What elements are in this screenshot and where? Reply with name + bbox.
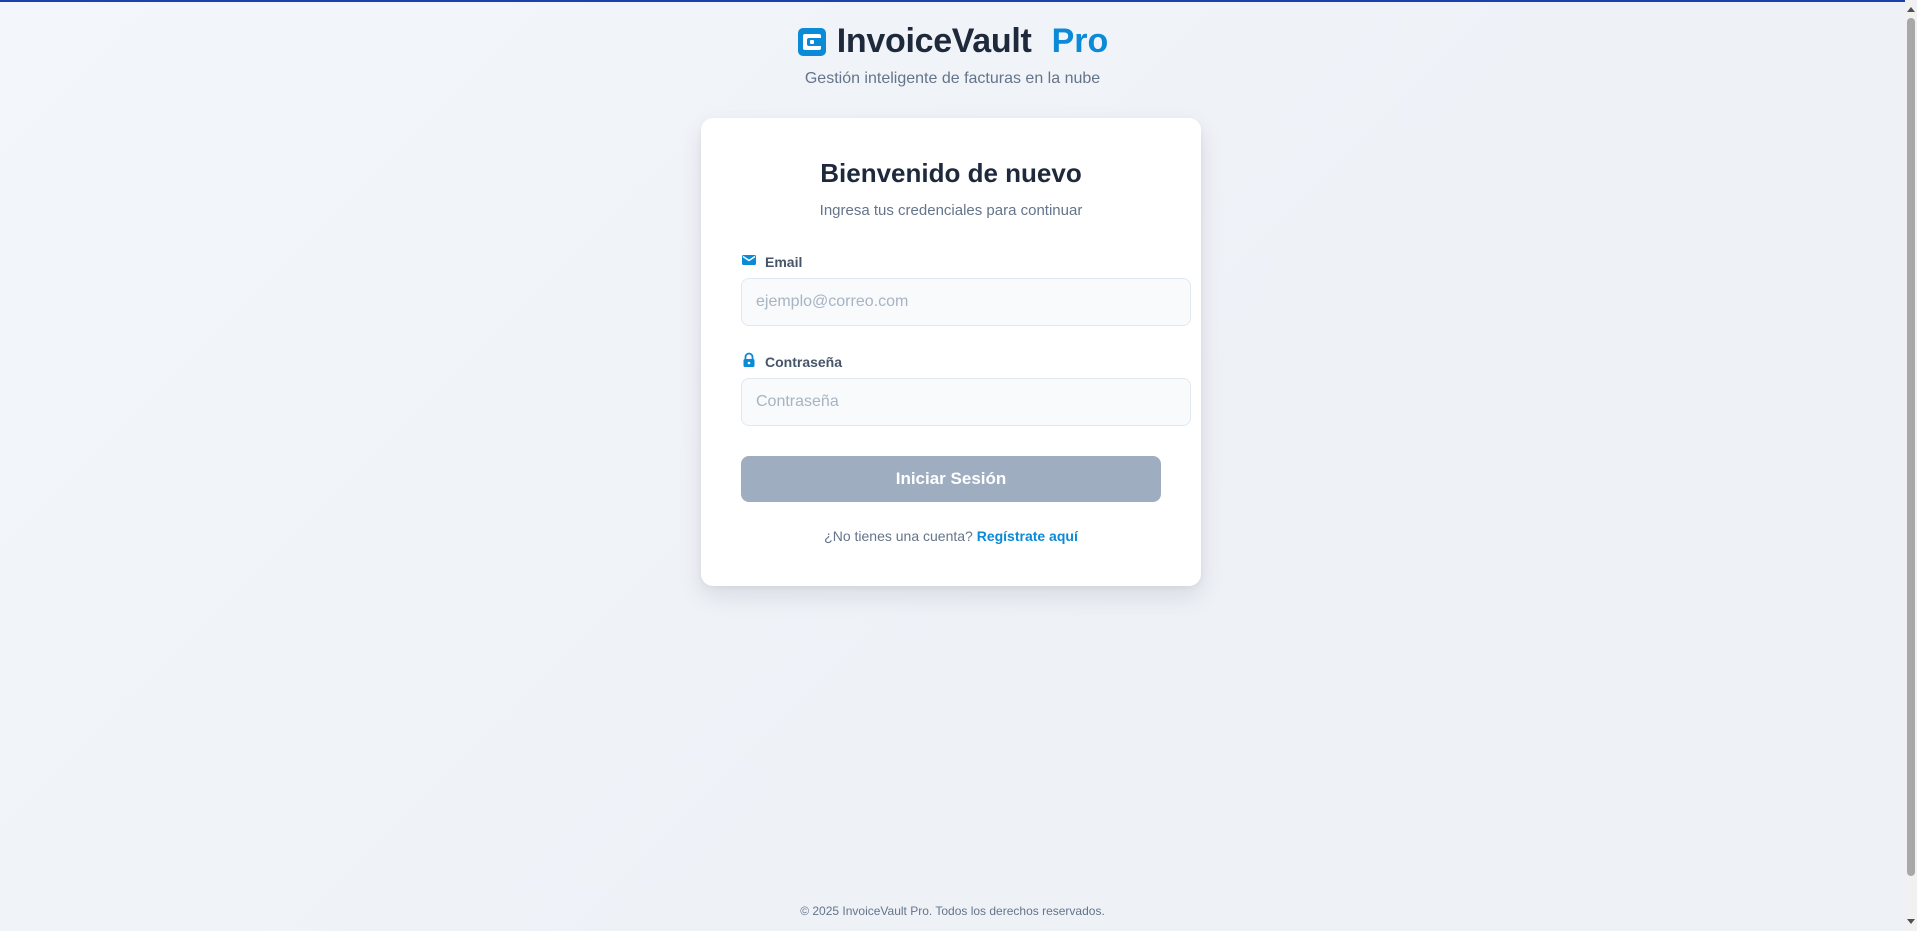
- wallet-icon: [797, 27, 827, 57]
- email-label: Email: [741, 252, 802, 271]
- signup-link[interactable]: Regístrate aquí: [977, 528, 1078, 544]
- page-footer: © 2025 InvoiceVault Pro. Todos los derec…: [800, 904, 1105, 918]
- scrollbar-thumb[interactable]: [1907, 18, 1915, 876]
- login-title: Bienvenido de nuevo: [820, 158, 1082, 188]
- password-field[interactable]: [741, 378, 1191, 426]
- brand-tagline: Gestión inteligente de facturas en la nu…: [804, 69, 1101, 87]
- password-label: Contraseña: [741, 352, 842, 371]
- login-submit-button[interactable]: Iniciar Sesión: [741, 456, 1161, 502]
- signup-prompt-text: ¿No tienes una cuenta?: [824, 528, 973, 544]
- top-accent-line: [0, 0, 1905, 2]
- brand-header: InvoiceVault Pro Gestión inteligente de f…: [0, 22, 1905, 88]
- login-subtitle: Ingresa tus credenciales para continuar: [819, 202, 1083, 219]
- email-field[interactable]: [741, 278, 1191, 326]
- login-card: Bienvenido de nuevo Ingresa tus credenci…: [701, 118, 1201, 586]
- lock-icon: [741, 352, 757, 371]
- mail-icon: [741, 252, 757, 271]
- vertical-scrollbar[interactable]: [1905, 0, 1917, 931]
- brand-suffix: Pro: [1051, 22, 1109, 60]
- password-label-text: Contraseña: [765, 353, 843, 370]
- brand-logo-row: InvoiceVault Pro: [797, 22, 1109, 61]
- scroll-up-arrow-icon[interactable]: [1905, 2, 1917, 16]
- scroll-down-arrow-icon[interactable]: [1905, 915, 1917, 929]
- email-label-text: Email: [765, 253, 803, 270]
- brand-name: InvoiceVault: [836, 22, 1032, 60]
- signup-prompt: ¿No tienes una cuenta? Regístrate aquí: [701, 528, 1201, 544]
